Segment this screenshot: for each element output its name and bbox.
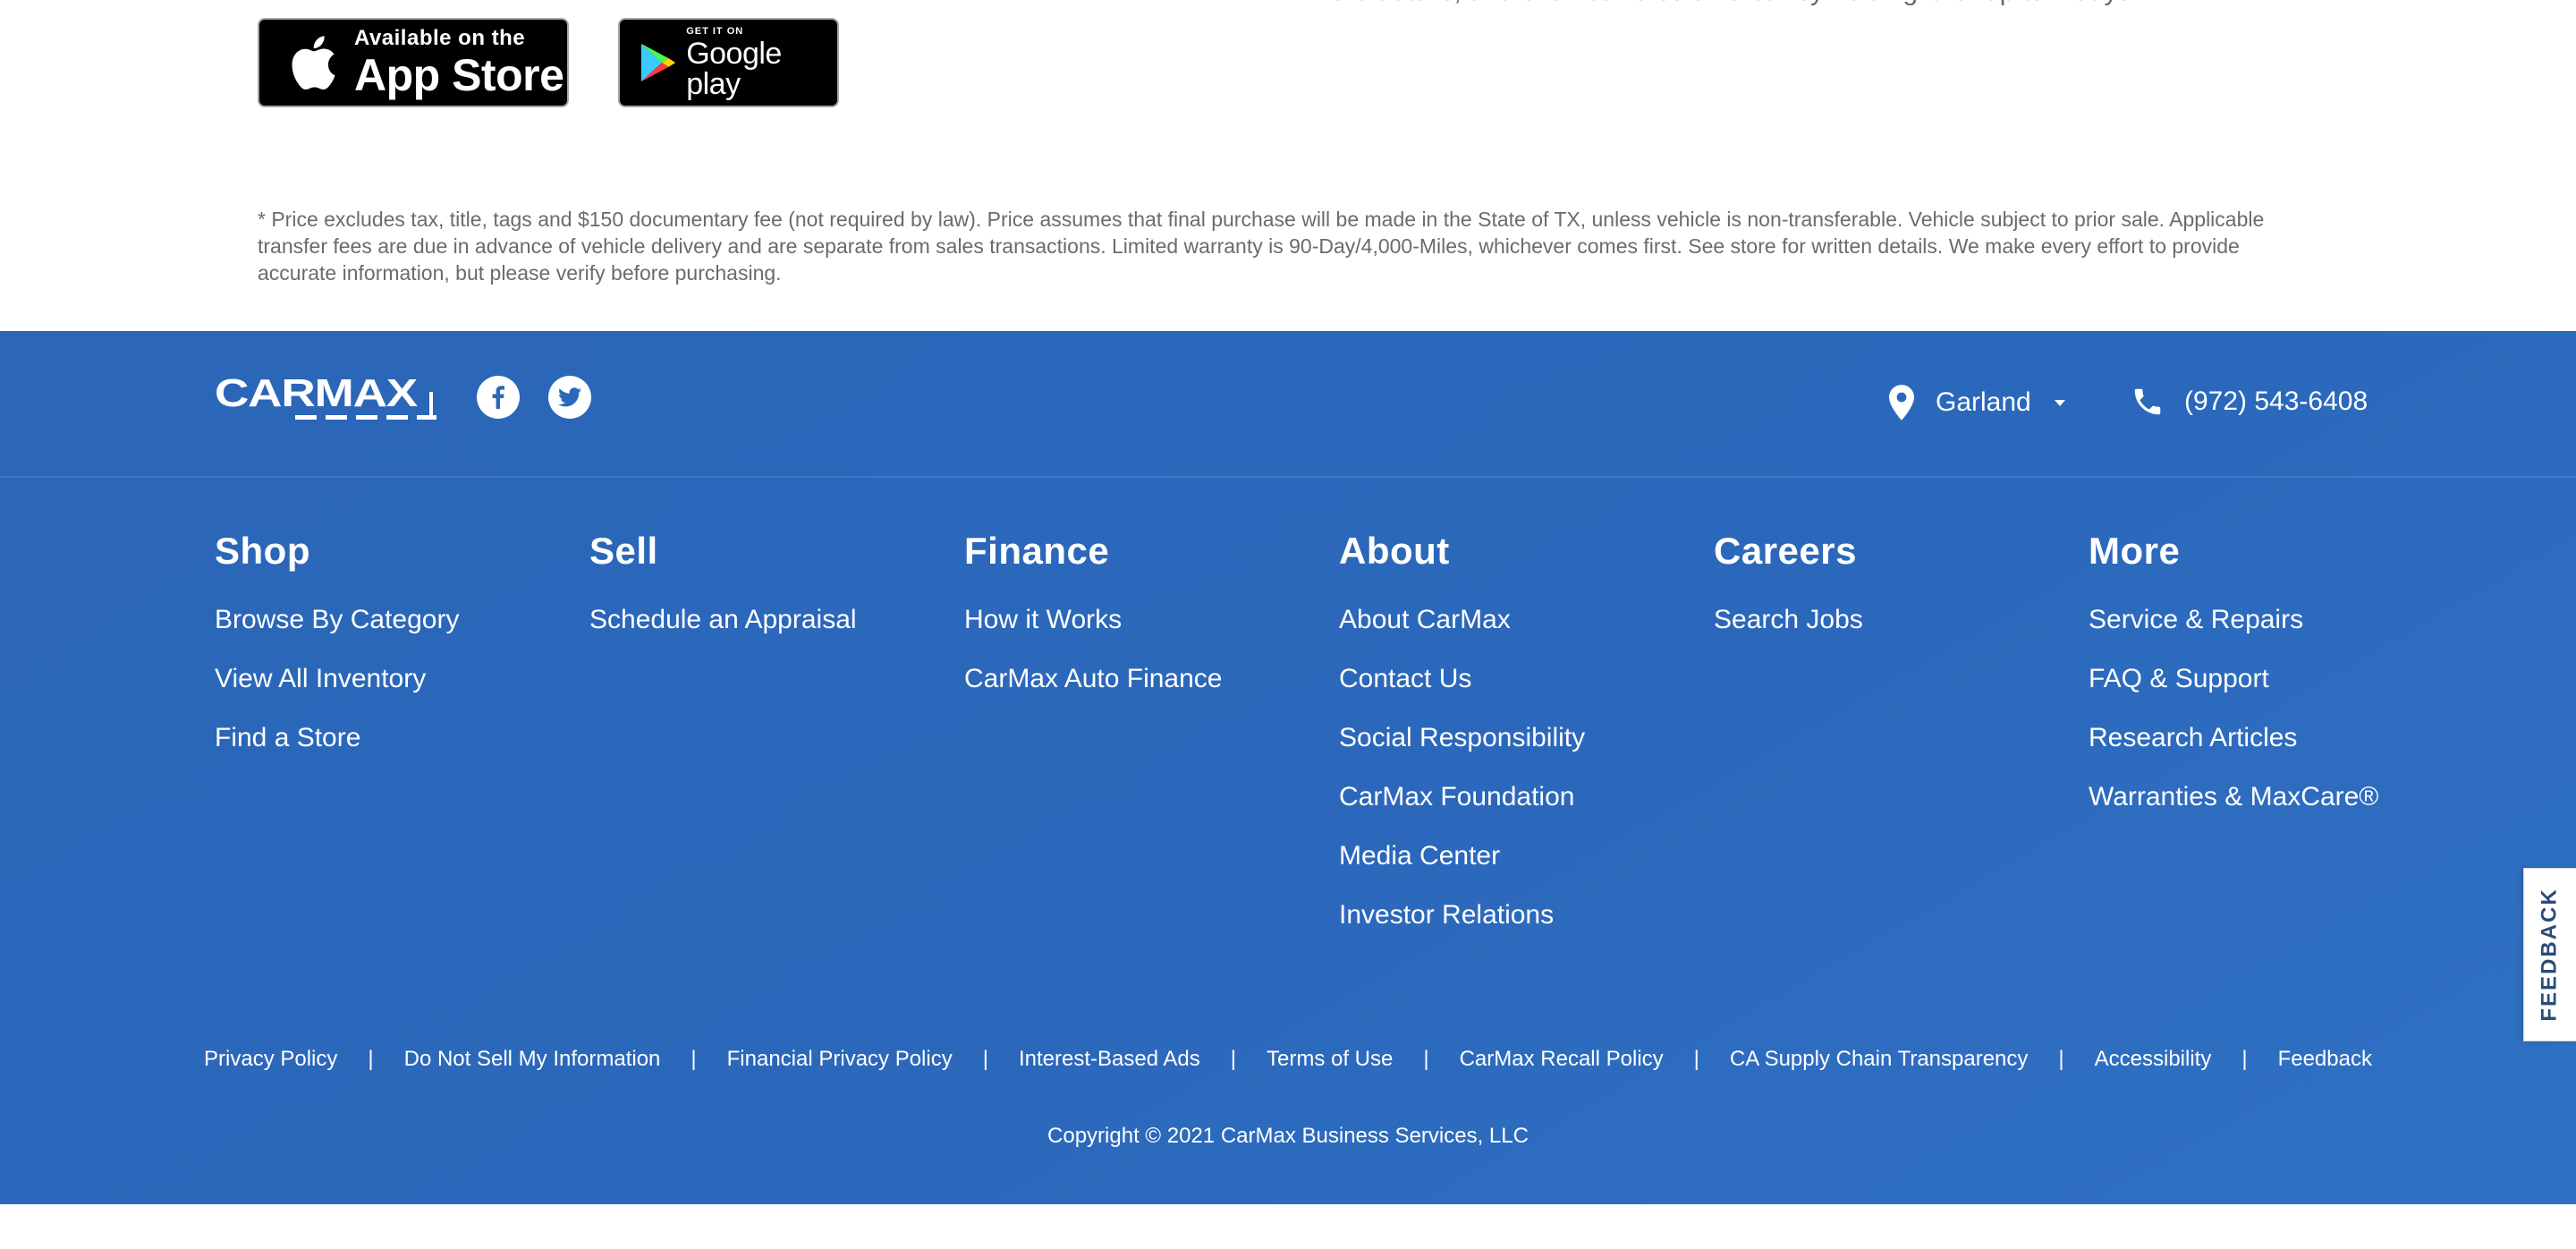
site-footer: CARMAX Garland (972) 543-6408 Shop Brows… xyxy=(0,331,2576,1204)
facebook-link[interactable] xyxy=(477,376,520,419)
carmax-logo[interactable]: CARMAX xyxy=(215,374,436,424)
svg-text:CARMAX: CARMAX xyxy=(215,374,418,415)
link-service-repairs[interactable]: Service & Repairs xyxy=(2089,591,2378,650)
legal-link-recall-policy[interactable]: CarMax Recall Policy xyxy=(1460,1047,1664,1072)
footer-top-bar: CARMAX Garland (972) 543-6408 xyxy=(0,331,2576,478)
link-research-articles[interactable]: Research Articles xyxy=(2089,709,2378,768)
google-play-big-label: Google play xyxy=(686,36,782,101)
legal-separator: | xyxy=(1423,1047,1429,1071)
link-search-jobs[interactable]: Search Jobs xyxy=(1714,591,1863,650)
store-location-label: Garland xyxy=(1936,387,2031,417)
google-play-icon xyxy=(640,43,676,82)
link-warranties-maxcare[interactable]: Warranties & MaxCare® xyxy=(2089,768,2378,827)
column-title-about: About xyxy=(1339,530,1450,572)
location-pin-icon xyxy=(1889,385,1914,421)
column-title-more: More xyxy=(2089,530,2181,572)
legal-separator: | xyxy=(691,1047,697,1071)
link-faq-support[interactable]: FAQ & Support xyxy=(2089,650,2378,709)
legal-separator: | xyxy=(368,1047,374,1071)
store-phone-number: (972) 543-6408 xyxy=(2184,387,2368,416)
twitter-icon xyxy=(558,387,581,407)
legal-separator: | xyxy=(982,1047,988,1071)
chevron-down-icon xyxy=(2054,399,2065,406)
footer-column-about: About About CarMax Contact Us Social Res… xyxy=(1339,530,1585,945)
link-carmax-foundation[interactable]: CarMax Foundation xyxy=(1339,768,1585,827)
link-media-center[interactable]: Media Center xyxy=(1339,827,1585,886)
app-store-small-label: Available on the xyxy=(354,26,526,50)
footer-column-careers: Careers Search Jobs xyxy=(1714,530,1863,650)
feedback-tab-label: FEEDBACK xyxy=(2538,888,2562,1022)
legal-link-privacy-policy[interactable]: Privacy Policy xyxy=(204,1047,337,1072)
copyright-text: Copyright © 2021 CarMax Business Service… xyxy=(1047,1124,1529,1148)
legal-separator: | xyxy=(1693,1047,1699,1071)
legal-link-ca-supply-chain[interactable]: CA Supply Chain Transparency xyxy=(1730,1047,2029,1072)
footer-column-more: More Service & Repairs FAQ & Support Res… xyxy=(2089,530,2378,827)
legal-link-interest-based-ads[interactable]: Interest-Based Ads xyxy=(1019,1047,1200,1072)
feedback-tab-button[interactable]: FEEDBACK xyxy=(2523,868,2576,1041)
link-view-all-inventory[interactable]: View All Inventory xyxy=(215,650,459,709)
legal-separator: | xyxy=(1230,1047,1236,1071)
column-title-sell: Sell xyxy=(589,530,658,572)
legal-link-terms-of-use[interactable]: Terms of Use xyxy=(1267,1047,1393,1072)
link-contact-us[interactable]: Contact Us xyxy=(1339,650,1585,709)
twitter-link[interactable] xyxy=(548,376,591,419)
link-social-responsibility[interactable]: Social Responsibility xyxy=(1339,709,1585,768)
phone-icon xyxy=(2134,388,2161,415)
legal-links-bar: Privacy Policy | Do Not Sell My Informat… xyxy=(0,1047,2576,1072)
legal-link-do-not-sell[interactable]: Do Not Sell My Information xyxy=(404,1047,661,1072)
page-upper-section: more details, and even call dibs on a ca… xyxy=(0,0,2576,331)
link-investor-relations[interactable]: Investor Relations xyxy=(1339,886,1585,945)
link-how-it-works[interactable]: How it Works xyxy=(964,591,1222,650)
app-store-badge[interactable]: Available on the App Store xyxy=(258,18,569,107)
legal-separator: | xyxy=(2058,1047,2064,1071)
footer-column-finance: Finance How it Works CarMax Auto Finance xyxy=(964,530,1222,709)
price-disclaimer: * Price excludes tax, title, tags and $1… xyxy=(258,208,2265,285)
legal-separator: | xyxy=(2241,1047,2248,1071)
google-play-badge[interactable]: GET IT ON Google play xyxy=(618,18,839,107)
link-carmax-auto-finance[interactable]: CarMax Auto Finance xyxy=(964,650,1222,709)
legal-link-feedback[interactable]: Feedback xyxy=(2278,1047,2372,1072)
apple-icon xyxy=(292,36,335,90)
store-phone-link[interactable]: (972) 543-6408 xyxy=(2131,385,2368,419)
link-browse-by-category[interactable]: Browse By Category xyxy=(215,591,459,650)
footer-column-shop: Shop Browse By Category View All Invento… xyxy=(215,530,459,768)
app-store-big-label: App Store xyxy=(354,50,564,100)
facebook-icon xyxy=(492,386,504,409)
legal-link-accessibility[interactable]: Accessibility xyxy=(2095,1047,2212,1072)
link-schedule-an-appraisal[interactable]: Schedule an Appraisal xyxy=(589,591,857,650)
link-find-a-store[interactable]: Find a Store xyxy=(215,709,459,768)
footer-column-sell: Sell Schedule an Appraisal xyxy=(589,530,857,650)
google-play-small-label: GET IT ON xyxy=(686,25,744,37)
link-about-carmax[interactable]: About CarMax xyxy=(1339,591,1585,650)
legal-link-financial-privacy[interactable]: Financial Privacy Policy xyxy=(727,1047,953,1072)
cutoff-description-text: more details, and even call dibs on a ca… xyxy=(1308,0,2139,7)
store-location-selector[interactable]: Garland xyxy=(1889,385,2065,421)
column-title-shop: Shop xyxy=(215,530,310,572)
column-title-careers: Careers xyxy=(1714,530,1857,572)
column-title-finance: Finance xyxy=(964,530,1110,572)
